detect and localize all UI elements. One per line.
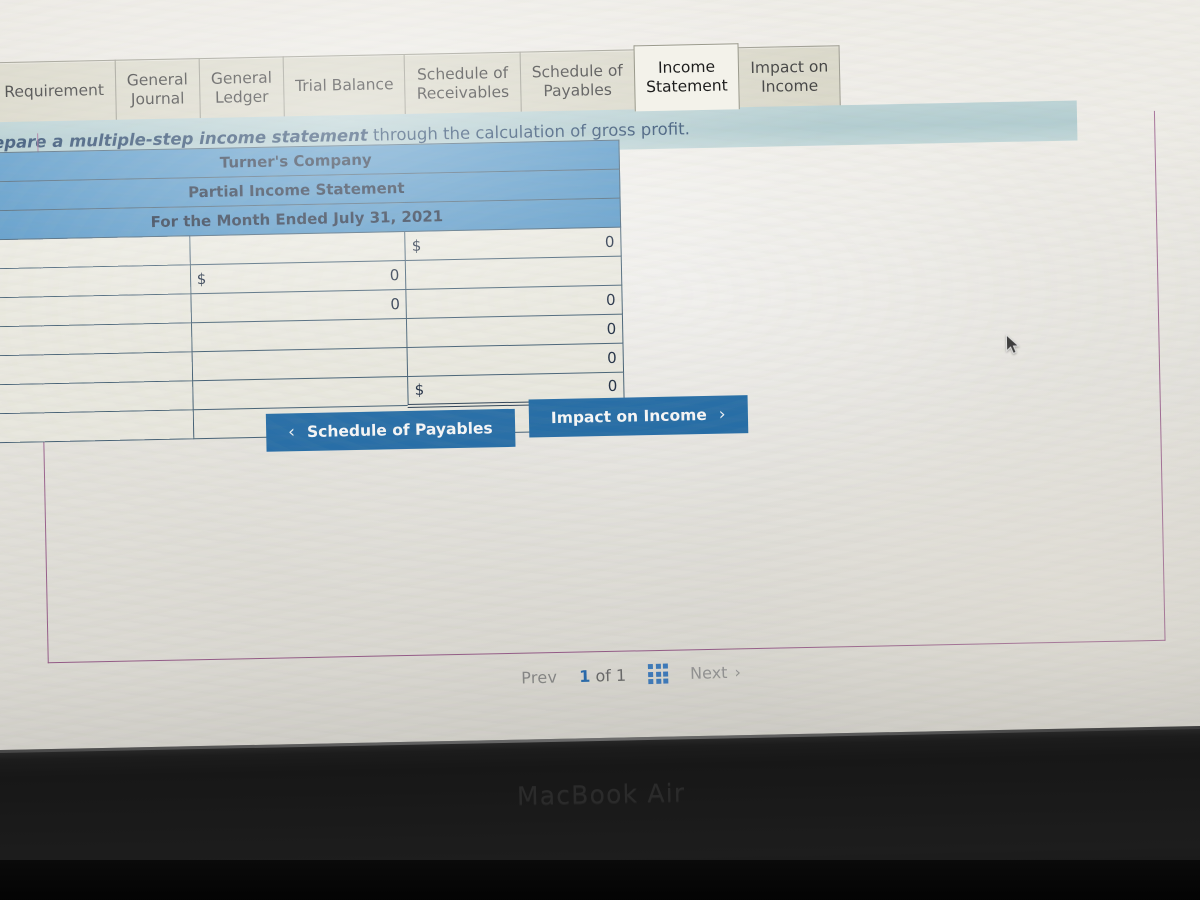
account-select-cell[interactable]	[0, 235, 190, 270]
total-amount: 0	[607, 348, 617, 367]
account-select-cell[interactable]	[0, 293, 192, 328]
total-amount: 0	[607, 377, 618, 396]
tab-schedule-of-receivables[interactable]: Schedule of Receivables	[403, 51, 522, 116]
tab-impact-on-income[interactable]: Impact on Income	[737, 45, 841, 110]
tab-schedule-of-payables[interactable]: Schedule of Payables	[519, 49, 636, 114]
total-amount-cell[interactable]: 0	[406, 314, 623, 348]
tab-income-statement[interactable]: Income Statement	[633, 43, 741, 112]
tab-requirement[interactable]: Requirement	[0, 59, 117, 125]
pager-next-label: Next	[689, 662, 728, 683]
subtotal-amount: 0	[390, 295, 401, 314]
account-select-cell[interactable]	[0, 322, 192, 357]
total-currency-symbol: $	[414, 380, 425, 400]
subtotal-currency-symbol: $	[196, 269, 207, 289]
subtotal-amount-cell[interactable]: 0	[190, 289, 407, 323]
total-amount-cell[interactable]: 0	[406, 285, 623, 319]
total-amount: 0	[605, 290, 616, 309]
total-amount-cell[interactable]: 0	[407, 343, 624, 377]
account-select-cell[interactable]	[0, 380, 193, 415]
tab-general-journal[interactable]: General Journal	[114, 58, 201, 122]
account-select-cell[interactable]	[0, 409, 194, 444]
pager-total-pages: 1	[615, 665, 627, 685]
pager-next-chevron-icon: ›	[734, 662, 742, 682]
laptop-chassis-edge	[0, 860, 1200, 900]
macbook-air-label: MacBook Air	[516, 778, 686, 811]
laptop-screen: Requirement General Journal General Ledger…	[0, 0, 1200, 783]
pager-next-link[interactable]: Next ›	[690, 662, 741, 682]
tab-trial-balance[interactable]: Trial Balance	[282, 53, 407, 119]
pager-prev-link[interactable]: Prev	[521, 667, 558, 687]
total-currency-symbol: $	[411, 236, 422, 255]
subtotal-amount-cell[interactable]	[191, 318, 408, 352]
pager-position: 1 of 1	[579, 665, 626, 685]
subtotal-amount-cell[interactable]: $0	[189, 260, 407, 294]
total-amount-cell[interactable]: $0	[404, 227, 622, 261]
pager: Prev 1 of 1 Next ›	[521, 662, 741, 688]
total-amount: 0	[606, 319, 617, 338]
next-impact-on-income-button[interactable]: Impact on Income ›	[528, 395, 748, 438]
subtotal-amount-cell[interactable]	[191, 347, 408, 381]
prev-schedule-of-payables-button[interactable]: ‹ Schedule of Payables	[265, 408, 516, 452]
grid-view-icon[interactable]	[647, 663, 669, 685]
income-statement-table: Turner's Company Partial Income Statement…	[0, 140, 625, 444]
subtotal-amount-cell[interactable]	[189, 231, 406, 265]
subtotal-amount-cell[interactable]	[192, 376, 409, 410]
tab-general-ledger[interactable]: General Ledger	[198, 56, 285, 121]
account-select-cell[interactable]	[0, 264, 191, 299]
pager-of-label: of	[595, 665, 612, 685]
total-amount: 0	[604, 232, 615, 251]
next-button-label: Impact on Income	[550, 405, 707, 428]
pager-current-page: 1	[578, 666, 591, 686]
total-amount-cell[interactable]	[405, 256, 622, 290]
chevron-left-icon: ‹	[287, 422, 296, 443]
account-select-cell[interactable]	[0, 351, 193, 386]
application-content: Requirement General Journal General Ledger…	[0, 0, 1200, 783]
prev-button-label: Schedule of Payables	[306, 419, 493, 441]
subtotal-amount: 0	[389, 266, 400, 285]
chevron-right-icon: ›	[718, 404, 726, 425]
laptop-photo: Requirement General Journal General Ledger…	[0, 0, 1200, 900]
